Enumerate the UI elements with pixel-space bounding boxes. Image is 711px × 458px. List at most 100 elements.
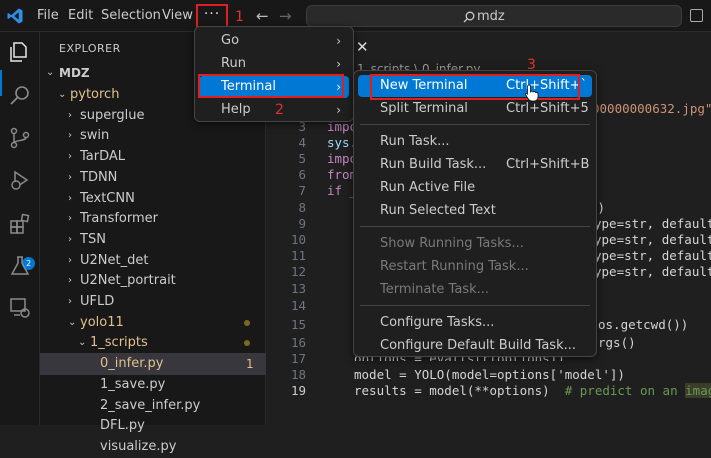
menu-separator [360, 305, 590, 306]
file-item[interactable]: 0_infer.py 1 [40, 353, 266, 376]
line-number: 19 [290, 383, 306, 398]
code-line-16: rgs() [598, 335, 636, 350]
explorer-icon[interactable] [8, 40, 32, 64]
folder-item[interactable]: › U2Net_portrait [40, 270, 266, 292]
tree-item-label: U2Net_det [80, 252, 149, 268]
folder-item[interactable]: ⌄ 1_scripts [40, 332, 266, 354]
tree-item-label: 1_save.py [100, 376, 166, 392]
folder-item[interactable]: › Transformer [40, 208, 266, 230]
terminal-menu-item: Terminate Task... [358, 279, 592, 301]
terminal-menu-item[interactable]: Configure Default Build Task... [358, 335, 592, 357]
line-number: 4 [298, 135, 306, 150]
folder-item[interactable]: › TSN [40, 229, 266, 251]
more-menu-button[interactable]: ··· [196, 4, 228, 28]
tree-item-label: DFL.py [100, 418, 145, 434]
tree-item-label: Transformer [80, 211, 159, 227]
forward-arrow-icon[interactable]: → [279, 7, 292, 25]
chevron-right-icon: › [68, 171, 72, 183]
chevron-right-icon: › [68, 233, 72, 245]
terminal-menu-item[interactable]: Configure Tasks... [358, 312, 592, 334]
run-debug-icon[interactable] [8, 168, 32, 192]
folder-item[interactable]: › TDNN [40, 167, 266, 189]
chevron-right-icon: › [68, 275, 72, 287]
line-number: 5 [298, 151, 306, 166]
line-number: 8 [298, 200, 306, 215]
source-control-icon[interactable] [8, 126, 32, 150]
line-number: 18 [290, 367, 306, 382]
modified-dot-icon [244, 340, 250, 347]
remote-explorer-icon[interactable] [8, 296, 32, 320]
chevron-right-icon: › [68, 296, 72, 307]
menu-item-help[interactable]: Help › [199, 99, 349, 121]
chevron-right-icon: › [68, 213, 72, 225]
menu-item-label: Split Terminal [380, 101, 468, 116]
file-item[interactable]: visualize.py [40, 436, 266, 458]
chevron-right-icon: › [336, 57, 341, 71]
terminal-menu-item[interactable]: Run Selected Text [358, 200, 592, 222]
tree-item-label: yolo11 [80, 314, 124, 330]
code-comment: # predict on an [549, 383, 678, 398]
chevron-right-icon: › [68, 130, 72, 142]
folder-item[interactable]: › TarDAL [40, 146, 266, 168]
chevron-right-icon: › [68, 254, 72, 266]
folder-item[interactable]: › swin [40, 125, 266, 147]
annotation-step-3: 3 [527, 57, 536, 73]
folder-item[interactable]: › TextCNN [40, 188, 266, 210]
problem-count-badge: 1 [246, 357, 254, 372]
tree-item-label: TarDAL [80, 149, 126, 165]
terminal-menu-item: Show Running Tasks... [358, 233, 592, 255]
menu-view[interactable]: View [162, 8, 193, 23]
tree-item-label: U2Net_portrait [80, 273, 176, 289]
tree-item-label: 2_save_infer.py [100, 397, 201, 413]
menu-edit[interactable]: Edit [68, 8, 93, 23]
annotation-step-1: 1 [235, 9, 244, 25]
file-item[interactable]: 2_save_infer.py [40, 395, 266, 417]
close-tab-icon[interactable]: ✕ [356, 38, 369, 56]
menu-item-label: Run Selected Text [380, 203, 496, 218]
menu-item-go[interactable]: Go › [199, 30, 349, 52]
chevron-down-icon: ⌄ [78, 337, 87, 349]
keyboard-shortcut: Ctrl+Shift+5 [506, 101, 589, 116]
explorer-title: EXPLORER [59, 42, 121, 55]
modified-dot-icon [244, 319, 250, 326]
line-number: 14 [290, 298, 306, 313]
chevron-down-icon: ⌄ [58, 89, 67, 100]
menu-item-label: Show Running Tasks... [380, 236, 524, 251]
annotation-box-new-terminal [370, 74, 580, 100]
search-text: mdz [477, 9, 505, 24]
terminal-menu-item[interactable]: Run Build Task... Ctrl+Shift+B [358, 154, 592, 176]
search-view-icon[interactable] [8, 84, 32, 108]
activity-bar: 2 [0, 32, 40, 425]
line-number: 6 [298, 167, 306, 182]
folder-item[interactable]: › UFLD [40, 291, 266, 313]
folder-item[interactable]: › U2Net_det [40, 250, 266, 272]
tree-item-label: TextCNN [80, 190, 135, 206]
testing-flask-icon[interactable] [8, 254, 32, 278]
tree-item-label: visualize.py [100, 438, 177, 454]
layout-toggle-icon[interactable] [690, 9, 703, 22]
command-center-search[interactable]: mdz [306, 5, 682, 27]
line-number: 15 [290, 317, 306, 332]
active-indicator [0, 70, 2, 96]
chevron-down-icon: ⌄ [68, 316, 77, 328]
chevron-right-icon: › [68, 192, 72, 204]
chevron-right-icon: › [336, 103, 341, 117]
code-fragment: 00000000632.jpg" [592, 101, 711, 116]
tree-item-label: superglue [80, 107, 145, 123]
terminal-menu-item: Restart Running Task... [358, 256, 592, 278]
terminal-menu-item[interactable]: Run Task... [358, 131, 592, 153]
menu-separator [360, 226, 590, 227]
back-arrow-icon[interactable]: ← [256, 7, 269, 25]
chevron-right-icon: › [68, 109, 72, 121]
code-line-18: model = YOLO(model=options['model']) [354, 367, 625, 382]
menu-file[interactable]: File [37, 8, 59, 23]
folder-item[interactable]: ⌄ yolo11 [40, 312, 266, 334]
extensions-icon[interactable] [8, 212, 32, 236]
terminal-menu-item[interactable]: Run Active File [358, 177, 592, 199]
menu-item-run[interactable]: Run › [199, 53, 349, 75]
terminal-menu-item[interactable]: Split Terminal Ctrl+Shift+5 [358, 98, 592, 120]
file-item[interactable]: 1_save.py [40, 374, 266, 396]
menu-item-label: Configure Default Build Task... [380, 338, 576, 353]
menu-selection[interactable]: Selection [101, 8, 161, 23]
file-item[interactable]: DFL.py [40, 415, 266, 437]
